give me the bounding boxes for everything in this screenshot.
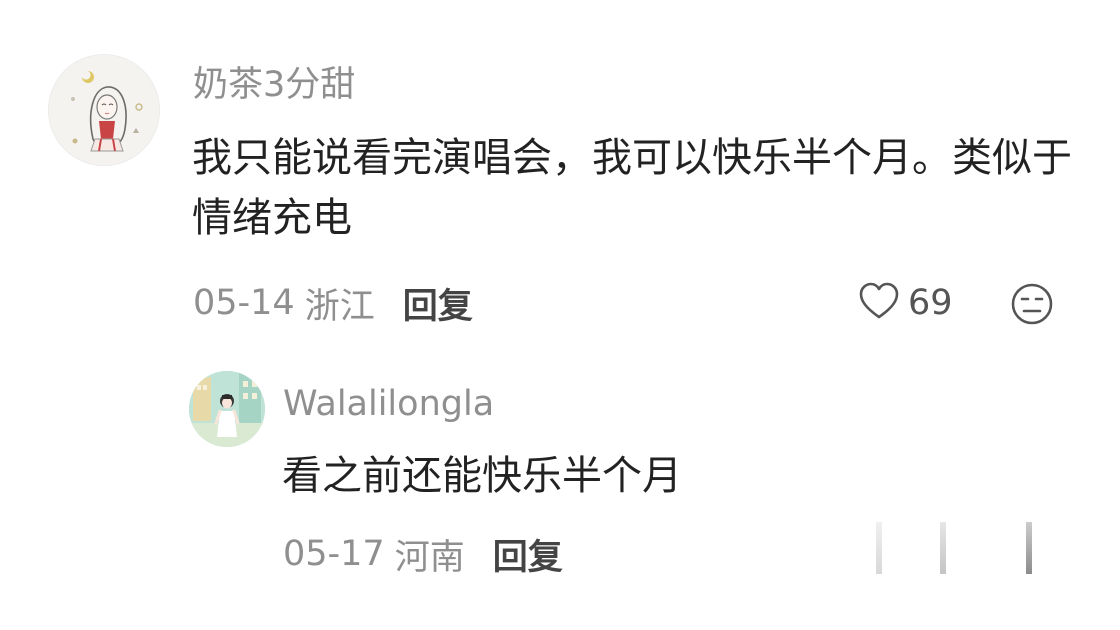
comment-username[interactable]: 奶茶3分甜: [193, 64, 355, 106]
reply-location: 河南: [394, 537, 465, 578]
reply-user-avatar[interactable]: [189, 371, 265, 447]
heart-outline-icon: [858, 281, 900, 325]
comment-text: 我只能说看完演唱会，我可以快乐半个月。类似于情绪充电: [192, 135, 1072, 241]
like-count: 69: [908, 283, 953, 323]
neutral-face-icon: [1010, 283, 1054, 330]
watermark-mark: [1026, 522, 1032, 574]
reply-to-reply-button[interactable]: 回复: [493, 529, 563, 580]
girl-street-avatar-icon: [189, 371, 265, 447]
reply-username[interactable]: Walalilongla: [283, 383, 494, 425]
emoji-reaction-button[interactable]: [1010, 282, 1054, 330]
comment-location: 浙江: [304, 286, 375, 327]
girl-doodle-avatar-icon: [49, 55, 159, 165]
reply-meta: 05-17 河南 回复: [283, 532, 563, 578]
watermark-mark: [940, 522, 946, 574]
like-button[interactable]: 69: [858, 281, 953, 325]
comment-date: 05-14: [193, 283, 295, 323]
reply-date: 05-17: [283, 534, 385, 574]
user-avatar[interactable]: [48, 54, 160, 166]
reply-button[interactable]: 回复: [403, 278, 473, 329]
comment-meta: 05-14 浙江 回复: [193, 281, 473, 327]
reply-text: 看之前还能快乐半个月: [282, 453, 682, 499]
watermark-mark: [876, 522, 882, 574]
